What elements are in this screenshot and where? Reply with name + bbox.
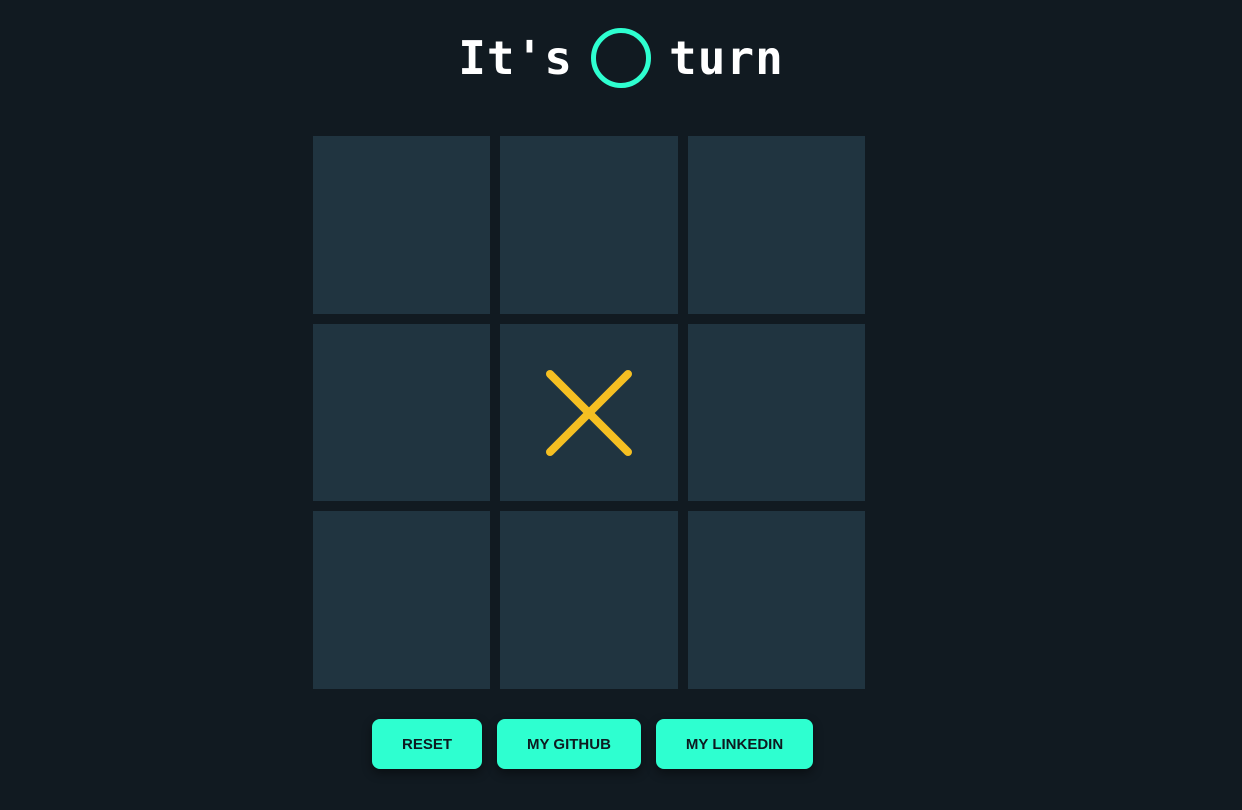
board-cell-7[interactable] [313, 511, 490, 689]
board-cell-4[interactable] [313, 324, 490, 501]
board-cell-3[interactable] [688, 136, 865, 314]
board-cell-6[interactable] [688, 324, 865, 501]
turn-suffix: turn [669, 31, 784, 85]
x-mark-icon [546, 369, 632, 456]
linkedin-button[interactable]: MY LINKEDIN [655, 719, 814, 769]
board-cell-9[interactable] [688, 511, 865, 689]
turn-indicator: It's turn [0, 26, 1242, 90]
github-button[interactable]: MY GITHUB [497, 719, 641, 769]
board-cell-8[interactable] [500, 511, 678, 689]
board-cell-5[interactable] [500, 324, 678, 501]
board-cell-2[interactable] [500, 136, 678, 314]
game-board [313, 136, 865, 689]
button-bar: RESET MY GITHUB MY LINKEDIN [372, 719, 814, 769]
reset-button[interactable]: RESET [372, 719, 483, 769]
board-cell-1[interactable] [313, 136, 490, 314]
turn-prefix: It's [458, 31, 573, 85]
circle-o-icon [591, 28, 651, 88]
